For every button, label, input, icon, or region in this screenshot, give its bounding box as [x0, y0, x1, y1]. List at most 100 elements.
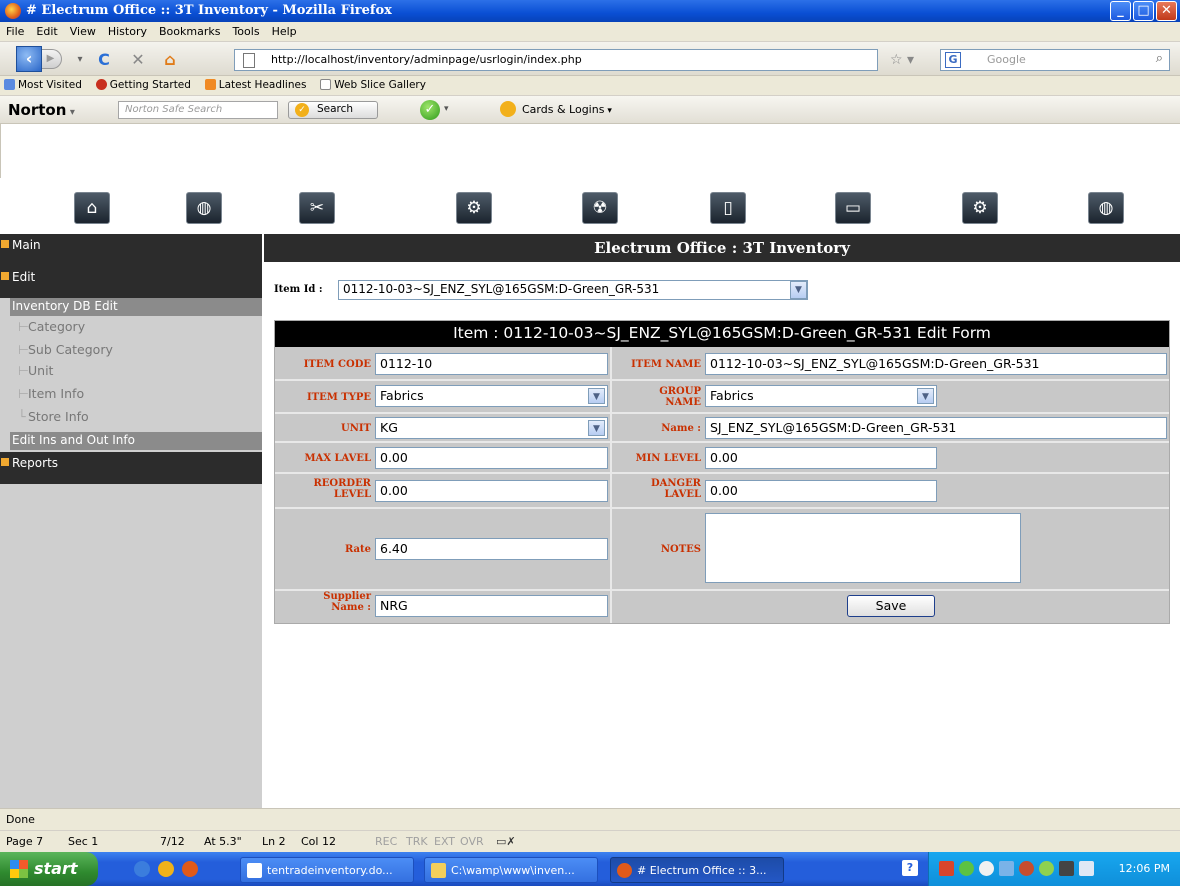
max-level-input[interactable]: 0.00	[375, 447, 608, 469]
word-rec[interactable]: REC	[375, 835, 397, 848]
sidebar-item-sub-category[interactable]: ⊢Sub Category	[18, 342, 113, 357]
chevron-down-icon[interactable]: ▼	[588, 388, 605, 404]
sidebar-item-store-info[interactable]: └ Store Info	[18, 409, 89, 424]
norton-search-input[interactable]: Norton Safe Search	[118, 101, 278, 119]
url-bar[interactable]: http://localhost/inventory/adminpage/usr…	[234, 49, 878, 71]
menu-view[interactable]: View	[64, 22, 102, 38]
sidebar-item-category[interactable]: ⊢Category	[18, 319, 85, 334]
sidebar-edit[interactable]: Edit	[0, 266, 262, 298]
unit-select[interactable]: KG ▼	[375, 417, 608, 439]
menu-file[interactable]: File	[0, 22, 30, 38]
start-button[interactable]: start	[0, 852, 98, 886]
spelling-icon[interactable]: ▭✗	[496, 835, 516, 848]
norton-status-icon[interactable]: ✓	[420, 100, 440, 120]
clock[interactable]: 12:06 PM	[1119, 862, 1170, 875]
stop-icon[interactable]: ✕	[128, 50, 148, 70]
row-divider	[275, 412, 1169, 414]
menu-tools[interactable]: Tools	[226, 22, 265, 38]
task-explorer-folder[interactable]: C:\wamp\www\inven...	[424, 857, 598, 883]
name-input[interactable]: SJ_ENZ_SYL@165GSM:D-Green_GR-531	[705, 417, 1167, 439]
bookmark-web-slice-gallery[interactable]: Web Slice Gallery	[316, 76, 432, 91]
magnifier-icon[interactable]: ⌕	[1156, 51, 1163, 66]
tools-icon[interactable]: ✂	[299, 192, 335, 224]
close-button[interactable]: ✕	[1156, 1, 1177, 21]
group-name-select[interactable]: Fabrics ▼	[705, 385, 937, 407]
item-type-label: ITEM TYPE	[306, 392, 371, 403]
min-level-input[interactable]: 0.00	[705, 447, 937, 469]
menu-help[interactable]: Help	[266, 22, 303, 38]
item-name-input[interactable]: 0112-10-03~SJ_ENZ_SYL@165GSM:D-Green_GR-…	[705, 353, 1167, 375]
word-ext[interactable]: EXT	[434, 835, 455, 848]
help-icon[interactable]: ?	[902, 860, 918, 876]
history-dropdown-icon[interactable]: ▾	[70, 50, 90, 70]
minimize-button[interactable]: _	[1110, 1, 1131, 21]
chevron-down-icon[interactable]: ▼	[790, 281, 807, 299]
radiation-icon[interactable]: ☢	[582, 192, 618, 224]
save-button[interactable]: Save	[847, 595, 935, 617]
firefox-icon[interactable]	[182, 861, 198, 877]
danger-level-input[interactable]: 0.00	[705, 480, 937, 502]
bookmark-star-icon[interactable]: ☆ ▾	[890, 52, 914, 68]
sidebar-item-item-info[interactable]: ⊢Item Info	[18, 386, 84, 401]
back-button[interactable]: ‹	[16, 46, 42, 72]
tray-app-icon[interactable]	[939, 861, 954, 876]
word-line: Ln 2	[262, 835, 286, 848]
menu-history[interactable]: History	[102, 22, 153, 38]
word-trk[interactable]: TRK	[406, 835, 428, 848]
group-name-label: GROUP NAME	[659, 386, 701, 408]
menu-edit[interactable]: Edit	[30, 22, 63, 38]
google-icon[interactable]: G	[945, 52, 961, 68]
tray-cloud-icon[interactable]	[979, 861, 994, 876]
forward-button[interactable]: ▶	[40, 49, 62, 69]
tray-security-icon[interactable]	[1019, 861, 1034, 876]
tray-connection-icon[interactable]	[999, 861, 1014, 876]
sidebar-edit-ins-out[interactable]: Edit Ins and Out Info	[10, 432, 262, 450]
sidebar-reports[interactable]: Reports	[0, 452, 262, 484]
tray-update-icon[interactable]	[1039, 861, 1054, 876]
bookmark-latest-headlines[interactable]: Latest Headlines	[201, 76, 313, 91]
gear-icon[interactable]: ⚙	[456, 192, 492, 224]
norton-logo[interactable]: Norton ▾	[8, 101, 75, 119]
chevron-down-icon[interactable]: ▼	[917, 388, 934, 404]
monitor-icon[interactable]: ▭	[835, 192, 871, 224]
sidebar-inventory-db-edit[interactable]: Inventory DB Edit	[10, 298, 262, 316]
row-divider	[275, 507, 1169, 509]
globe-icon[interactable]: ◍	[186, 192, 222, 224]
settings-icon[interactable]: ⚙	[962, 192, 998, 224]
system-tray: 12:06 PM	[928, 852, 1180, 886]
item-code-input[interactable]: 0112-10	[375, 353, 608, 375]
task-firefox[interactable]: # Electrum Office :: 3...	[610, 857, 784, 883]
network-icon[interactable]: ◍	[1088, 192, 1124, 224]
menu-bookmarks[interactable]: Bookmarks	[153, 22, 226, 38]
norton-search-button[interactable]: ✓ Search	[288, 101, 378, 119]
ie-icon[interactable]	[134, 861, 150, 877]
bookmark-getting-started[interactable]: Getting Started	[92, 76, 197, 91]
web-search-box[interactable]: G Google ⌕	[940, 49, 1170, 71]
sidebar-main[interactable]: Main	[0, 234, 262, 266]
reload-icon[interactable]: C	[94, 50, 114, 70]
firefox-icon	[5, 3, 21, 19]
email-icon[interactable]	[158, 861, 174, 877]
task-word-document[interactable]: tentradeinventory.do...	[240, 857, 414, 883]
maximize-button[interactable]: □	[1133, 1, 1154, 21]
cards-logins-button[interactable]: Cards & Logins ▾	[500, 101, 612, 117]
tray-notes-icon[interactable]	[1079, 861, 1094, 876]
word-ovr[interactable]: OVR	[460, 835, 484, 848]
reorder-level-input[interactable]: 0.00	[375, 480, 608, 502]
tray-volume-icon[interactable]	[1059, 861, 1074, 876]
chevron-down-icon[interactable]: ▾	[444, 104, 449, 114]
rate-input[interactable]: 6.40	[375, 538, 608, 560]
page-icon	[320, 79, 332, 90]
sidebar-item-unit[interactable]: ⊢Unit	[18, 363, 53, 378]
item-type-select[interactable]: Fabrics ▼	[375, 385, 608, 407]
chevron-down-icon[interactable]: ▼	[588, 420, 605, 436]
supplier-name-input[interactable]: NRG	[375, 595, 608, 617]
bookmark-most-visited[interactable]: Most Visited	[0, 76, 88, 91]
tray-network-icon[interactable]	[959, 861, 974, 876]
bookmarks-toolbar: Most Visited Getting Started Latest Head…	[0, 76, 1180, 96]
notes-textarea[interactable]	[705, 513, 1021, 583]
home-icon[interactable]: ⌂	[160, 50, 180, 70]
item-id-select[interactable]: 0112-10-03~SJ_ENZ_SYL@165GSM:D-Green_GR-…	[338, 280, 808, 300]
document-icon[interactable]: ▯	[710, 192, 746, 224]
home-icon[interactable]: ⌂	[74, 192, 110, 224]
